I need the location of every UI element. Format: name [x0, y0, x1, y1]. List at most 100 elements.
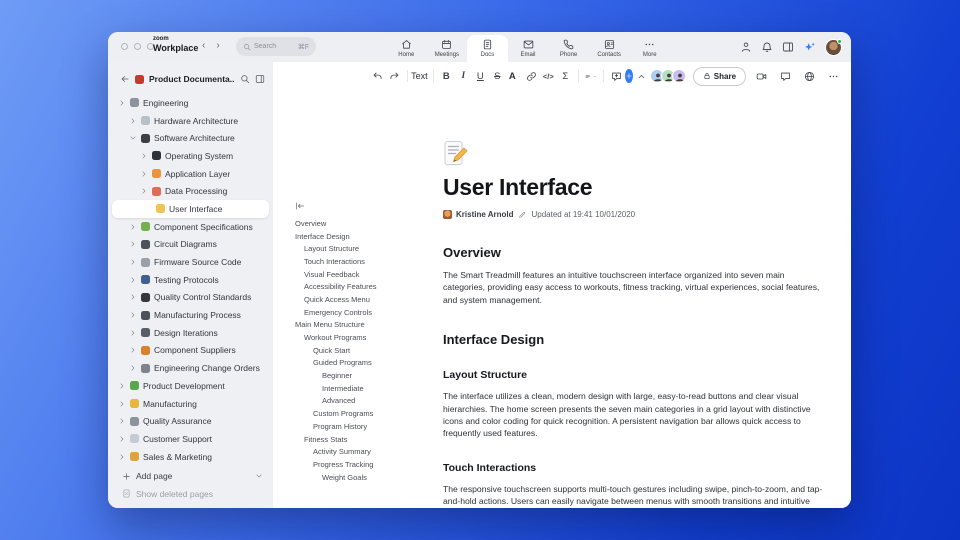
minimize-window-button[interactable] [134, 43, 141, 50]
tab-email[interactable]: Email [508, 32, 549, 62]
sidebar-item-application-layer[interactable]: Application Layer [108, 165, 273, 183]
toggle-panel-icon[interactable] [782, 41, 794, 53]
tab-home[interactable]: Home [386, 32, 427, 62]
collapse-outline-icon[interactable] [295, 201, 305, 211]
sidebar-item-operating-system[interactable]: Operating System [108, 147, 273, 165]
outline-item-emergency-controls[interactable]: Emergency Controls [295, 306, 439, 319]
sidebar-item-user-interface[interactable]: User Interface [112, 200, 269, 218]
align-dropdown[interactable] [582, 67, 599, 85]
chevron-right-icon[interactable] [129, 276, 137, 284]
language-button[interactable] [801, 67, 818, 85]
outline-item-fitness-stats[interactable]: Fitness Stats [295, 433, 439, 446]
sidebar-item-quality-control-standards[interactable]: Quality Control Standards [108, 289, 273, 307]
chevron-right-icon[interactable] [140, 170, 148, 178]
outline-item-interface-design[interactable]: Interface Design [295, 230, 439, 243]
comment-button[interactable] [608, 67, 625, 85]
tab-meetings[interactable]: Meetings [427, 32, 468, 62]
sidebar-item-component-suppliers[interactable]: Component Suppliers [108, 342, 273, 360]
code-button[interactable]: </> [540, 67, 557, 85]
sidebar-item-engineering[interactable]: Engineering [108, 94, 273, 112]
chevron-right-icon[interactable] [129, 293, 137, 301]
sidebar-item-hardware-architecture[interactable]: Hardware Architecture [108, 112, 273, 130]
sidebar-back-icon[interactable] [120, 74, 130, 84]
link-button[interactable] [523, 67, 540, 85]
outline-item-accessibility-features[interactable]: Accessibility Features [295, 280, 439, 293]
outline-item-quick-start[interactable]: Quick Start [295, 344, 439, 357]
tab-phone[interactable]: Phone [548, 32, 589, 62]
sidebar-item-quality-assurance[interactable]: Quality Assurance [108, 412, 273, 430]
chevron-right-icon[interactable] [129, 117, 137, 125]
chevron-right-icon[interactable] [118, 435, 126, 443]
window-controls[interactable] [121, 43, 154, 50]
more-options-button[interactable] [825, 67, 842, 85]
chevron-right-icon[interactable] [129, 258, 137, 266]
sidebar-collapse-icon[interactable] [255, 74, 265, 84]
profile-icon[interactable] [740, 41, 752, 53]
chevron-right-icon[interactable] [129, 311, 137, 319]
outline-item-visual-feedback[interactable]: Visual Feedback [295, 268, 439, 281]
show-deleted-pages-button[interactable]: Show deleted pages [108, 485, 273, 503]
video-call-button[interactable] [753, 67, 770, 85]
sidebar-item-product-development[interactable]: Product Development [108, 377, 273, 395]
chevron-right-icon[interactable] [118, 453, 126, 461]
workspace-title[interactable]: Product Documenta... [149, 74, 235, 84]
collapse-toolbar-button[interactable] [633, 67, 650, 85]
tab-docs[interactable]: Docs [467, 35, 508, 62]
outline-item-advanced[interactable]: Advanced [295, 395, 439, 408]
chevron-right-icon[interactable] [140, 152, 148, 160]
outline-item-custom-programs[interactable]: Custom Programs [295, 407, 439, 420]
chat-button[interactable] [777, 67, 794, 85]
underline-button[interactable]: U [472, 67, 489, 85]
close-window-button[interactable] [121, 43, 128, 50]
italic-button[interactable]: I [455, 67, 472, 85]
chevron-right-icon[interactable] [118, 382, 126, 390]
sidebar-item-manufacturing[interactable]: Manufacturing [108, 395, 273, 413]
bold-button[interactable]: B [438, 67, 455, 85]
chevron-right-icon[interactable] [129, 240, 137, 248]
chevron-right-icon[interactable] [140, 187, 148, 195]
text-style-dropdown[interactable]: Text [411, 67, 429, 85]
chevron-right-icon[interactable] [129, 223, 137, 231]
outline-item-overview[interactable]: Overview [295, 217, 439, 230]
outline-item-activity-summary[interactable]: Activity Summary [295, 445, 439, 458]
add-page-button[interactable]: Add page [108, 467, 273, 485]
share-button[interactable]: Share [692, 66, 747, 86]
chevron-right-icon[interactable] [118, 417, 126, 425]
ai-companion-icon[interactable] [803, 41, 816, 54]
strikethrough-button[interactable]: S [489, 67, 506, 85]
sidebar-search-icon[interactable] [240, 74, 250, 84]
tab-contacts[interactable]: Contacts [589, 32, 630, 62]
chevron-right-icon[interactable] [129, 364, 137, 372]
text-color-dropdown[interactable]: A [506, 67, 523, 85]
global-search[interactable]: ⌘F [236, 37, 316, 56]
outline-item-touch-interactions[interactable]: Touch Interactions [295, 255, 439, 268]
forward-button[interactable]: › [216, 40, 219, 51]
sidebar-item-testing-protocols[interactable]: Testing Protocols [108, 271, 273, 289]
sidebar-item-engineering-change-orders[interactable]: Engineering Change Orders [108, 359, 273, 377]
chevron-right-icon[interactable] [129, 346, 137, 354]
sidebar-item-manufacturing-process[interactable]: Manufacturing Process [108, 306, 273, 324]
search-input[interactable] [254, 43, 290, 50]
chevron-right-icon[interactable] [129, 329, 137, 337]
redo-button[interactable] [386, 67, 403, 85]
chevron-right-icon[interactable] [118, 400, 126, 408]
undo-button[interactable] [369, 67, 386, 85]
outline-item-workout-programs[interactable]: Workout Programs [295, 331, 439, 344]
chevron-down-icon[interactable] [129, 134, 137, 142]
user-avatar[interactable] [825, 38, 842, 56]
sidebar-item-firmware-source-code[interactable]: Firmware Source Code [108, 253, 273, 271]
sidebar-item-design-iterations[interactable]: Design Iterations [108, 324, 273, 342]
outline-item-progress-tracking[interactable]: Progress Tracking [295, 458, 439, 471]
outline-item-weight-goals[interactable]: Weight Goals [295, 471, 439, 484]
sidebar-item-circuit-diagrams[interactable]: Circuit Diagrams [108, 236, 273, 254]
tab-more[interactable]: More [629, 32, 670, 62]
collaborator-avatar[interactable] [671, 69, 686, 83]
outline-item-beginner[interactable]: Beginner [295, 369, 439, 382]
chevron-right-icon[interactable] [118, 99, 126, 107]
outline-item-intermediate[interactable]: Intermediate [295, 382, 439, 395]
insert-block-button[interactable] [624, 69, 633, 83]
outline-item-quick-access-menu[interactable]: Quick Access Menu [295, 293, 439, 306]
sidebar-item-data-processing[interactable]: Data Processing [108, 182, 273, 200]
sidebar-item-component-specifications[interactable]: Component Specifications [108, 218, 273, 236]
outline-item-main-menu-structure[interactable]: Main Menu Structure [295, 319, 439, 332]
